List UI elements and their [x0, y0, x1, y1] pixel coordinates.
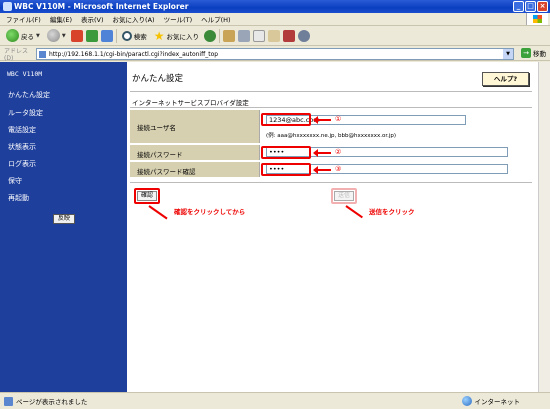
- username-hint: (例: aaa@hxxxxxxx.ne.jp, bbb@hxxxxxxx.or.…: [266, 133, 397, 139]
- arrow-diagonal-icon: [345, 205, 363, 219]
- home-icon[interactable]: [100, 29, 113, 42]
- back-arrow-icon: [6, 29, 19, 42]
- minimize-button[interactable]: _: [513, 1, 524, 12]
- highlight-box-username: [261, 113, 311, 126]
- refresh-icon[interactable]: [85, 29, 98, 42]
- chevron-down-icon: ▼: [61, 32, 66, 39]
- sidebar-item-log[interactable]: ログ表示: [8, 159, 36, 169]
- close-button[interactable]: ×: [537, 1, 548, 12]
- help-button[interactable]: ヘルプ?: [482, 72, 529, 86]
- highlight-box-confirm: [134, 188, 160, 204]
- back-label: 戻る: [21, 32, 34, 41]
- toolbar-divider: [115, 28, 117, 43]
- arrow-left-icon: [313, 116, 331, 124]
- favorites-label: お気に入り: [166, 32, 199, 41]
- menu-file[interactable]: ファイル(F): [6, 14, 41, 24]
- section-title: インターネットサービスプロバイダ設定: [132, 99, 249, 107]
- globe-icon: [461, 396, 472, 406]
- sidebar-item-easy-setup[interactable]: かんたん設定: [8, 90, 50, 100]
- apply-button[interactable]: 反映: [53, 214, 75, 224]
- marker-3: ③: [335, 165, 342, 173]
- arrow-left-icon: [313, 149, 331, 157]
- menu-bar: ファイル(F) 編集(E) 表示(V) お気に入り(A) ツール(T) ヘルプ(…: [0, 13, 550, 26]
- maximize-button[interactable]: □: [525, 1, 536, 12]
- forward-button[interactable]: ▼: [45, 28, 68, 44]
- highlight-box-send: [331, 188, 357, 204]
- annotation-confirm: 確認をクリックしてから: [174, 208, 246, 216]
- form-row-username: 接続ユーザ名 1234@abc.com (例: aaa@hxxxxxxx.ne.…: [130, 110, 533, 143]
- search-label: 検索: [133, 32, 147, 41]
- ie-icon: [3, 2, 12, 11]
- chevron-down-icon: ▼: [36, 32, 40, 39]
- toolbar-divider: [218, 28, 220, 43]
- divider: [130, 91, 532, 92]
- zone-text: インターネット: [474, 398, 521, 406]
- address-bar: アドレス(D) http://192.168.1.1/cgi-bin/parac…: [0, 47, 550, 62]
- mail-icon[interactable]: [222, 29, 235, 42]
- divider: [130, 182, 532, 183]
- address-label: アドレス(D): [4, 47, 29, 62]
- arrow-diagonal-icon: [148, 205, 168, 220]
- discuss-icon[interactable]: [297, 29, 310, 42]
- sidebar-item-phone[interactable]: 電話設定: [8, 125, 36, 135]
- menu-view[interactable]: 表示(V): [81, 14, 104, 24]
- star-icon: ★: [153, 28, 165, 43]
- history-icon[interactable]: [203, 29, 216, 42]
- back-button[interactable]: 戻る ▼: [4, 28, 42, 44]
- menu-help[interactable]: ヘルプ(H): [201, 14, 230, 24]
- field-label-password: 接続パスワード: [137, 151, 183, 159]
- status-text: ページが表示されました: [16, 398, 88, 406]
- page-done-icon: [4, 396, 13, 406]
- go-arrow-icon: →: [521, 48, 531, 58]
- sidebar-item-maintenance[interactable]: 保守: [8, 176, 22, 186]
- menu-edit[interactable]: 編集(E): [50, 14, 72, 24]
- annotation-send: 送信をクリック: [369, 208, 415, 216]
- marker-2: ②: [335, 148, 342, 156]
- sidebar-item-reboot[interactable]: 再起動: [8, 193, 29, 203]
- divider: [130, 107, 532, 108]
- form-row-password-confirm: 接続パスワード確認 ••••: [130, 162, 533, 177]
- window-title: WBC V110M - Microsoft Internet Explorer: [14, 2, 189, 11]
- form-row-password: 接続パスワード ••••: [130, 145, 533, 160]
- edit-icon[interactable]: [252, 29, 265, 42]
- sidebar-item-status[interactable]: 状態表示: [8, 142, 36, 152]
- messenger-icon[interactable]: [282, 29, 295, 42]
- favorites-button[interactable]: ★ お気に入り: [152, 28, 201, 44]
- sidebar-brand: WBC V110M: [7, 70, 43, 78]
- search-icon: [121, 30, 132, 41]
- page-content: WBC V110M かんたん設定 ルータ設定 電話設定 状態表示 ログ表示 保守…: [0, 62, 550, 392]
- go-button[interactable]: → 移動: [521, 48, 546, 58]
- window-titlebar: WBC V110M - Microsoft Internet Explorer …: [0, 0, 550, 13]
- search-button[interactable]: 検索: [120, 28, 149, 44]
- main-panel: かんたん設定 ヘルプ? インターネットサービスプロバイダ設定 接続ユーザ名 12…: [127, 62, 538, 392]
- forward-arrow-icon: [46, 29, 60, 42]
- folder-icon[interactable]: [267, 29, 280, 42]
- marker-1: ①: [335, 115, 342, 123]
- field-label-username: 接続ユーザ名: [137, 124, 176, 132]
- address-input[interactable]: http://192.168.1.1/cgi-bin/paractl.cgi?i…: [36, 48, 514, 60]
- vertical-scrollbar[interactable]: [538, 62, 550, 392]
- windows-logo-icon: [526, 13, 548, 25]
- go-label: 移動: [533, 50, 546, 58]
- page-icon: [39, 51, 46, 58]
- menu-favorites[interactable]: お気に入り(A): [113, 14, 155, 24]
- page-title: かんたん設定: [132, 74, 184, 84]
- highlight-box-password: [261, 146, 311, 159]
- toolbar: 戻る ▼ ▼ 検索 ★ お気に入り: [0, 26, 550, 46]
- stop-icon[interactable]: [70, 29, 83, 42]
- sidebar-item-router[interactable]: ルータ設定: [8, 108, 43, 118]
- status-bar: ページが表示されました インターネット: [0, 392, 550, 409]
- menu-tools[interactable]: ツール(T): [164, 14, 193, 24]
- address-dropdown[interactable]: ▼: [503, 49, 513, 59]
- highlight-box-password-confirm: [261, 163, 311, 176]
- field-label-password-confirm: 接続パスワード確認: [137, 168, 196, 176]
- address-url: http://192.168.1.1/cgi-bin/paractl.cgi?i…: [49, 50, 219, 58]
- arrow-left-icon: [313, 166, 331, 174]
- sidebar: WBC V110M かんたん設定 ルータ設定 電話設定 状態表示 ログ表示 保守…: [0, 62, 127, 392]
- print-icon[interactable]: [237, 29, 250, 42]
